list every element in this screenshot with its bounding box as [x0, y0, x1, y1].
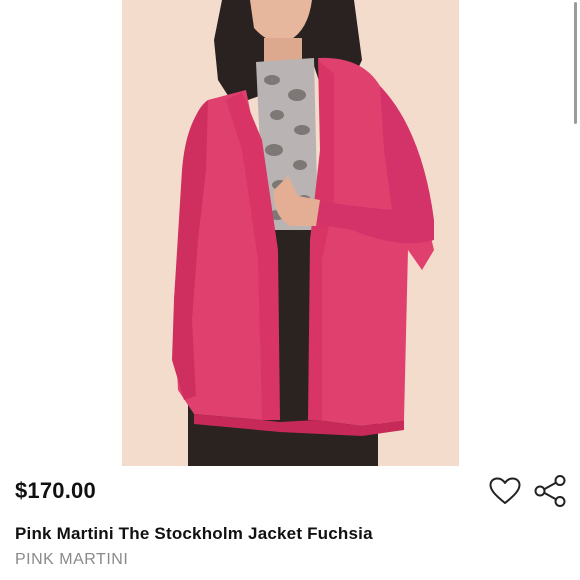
scrollbar[interactable] — [574, 2, 577, 124]
like-button[interactable] — [488, 477, 522, 510]
heart-icon — [489, 477, 521, 510]
product-title[interactable]: Pink Martini The Stockholm Jacket Fuchsi… — [15, 524, 373, 544]
price: $170.00 — [15, 478, 96, 503]
share-icon — [533, 474, 567, 512]
product-photo[interactable] — [122, 0, 459, 466]
share-button[interactable] — [532, 474, 568, 512]
product-image-area — [0, 0, 580, 466]
brand-name[interactable]: PINK MARTINI — [15, 551, 128, 569]
